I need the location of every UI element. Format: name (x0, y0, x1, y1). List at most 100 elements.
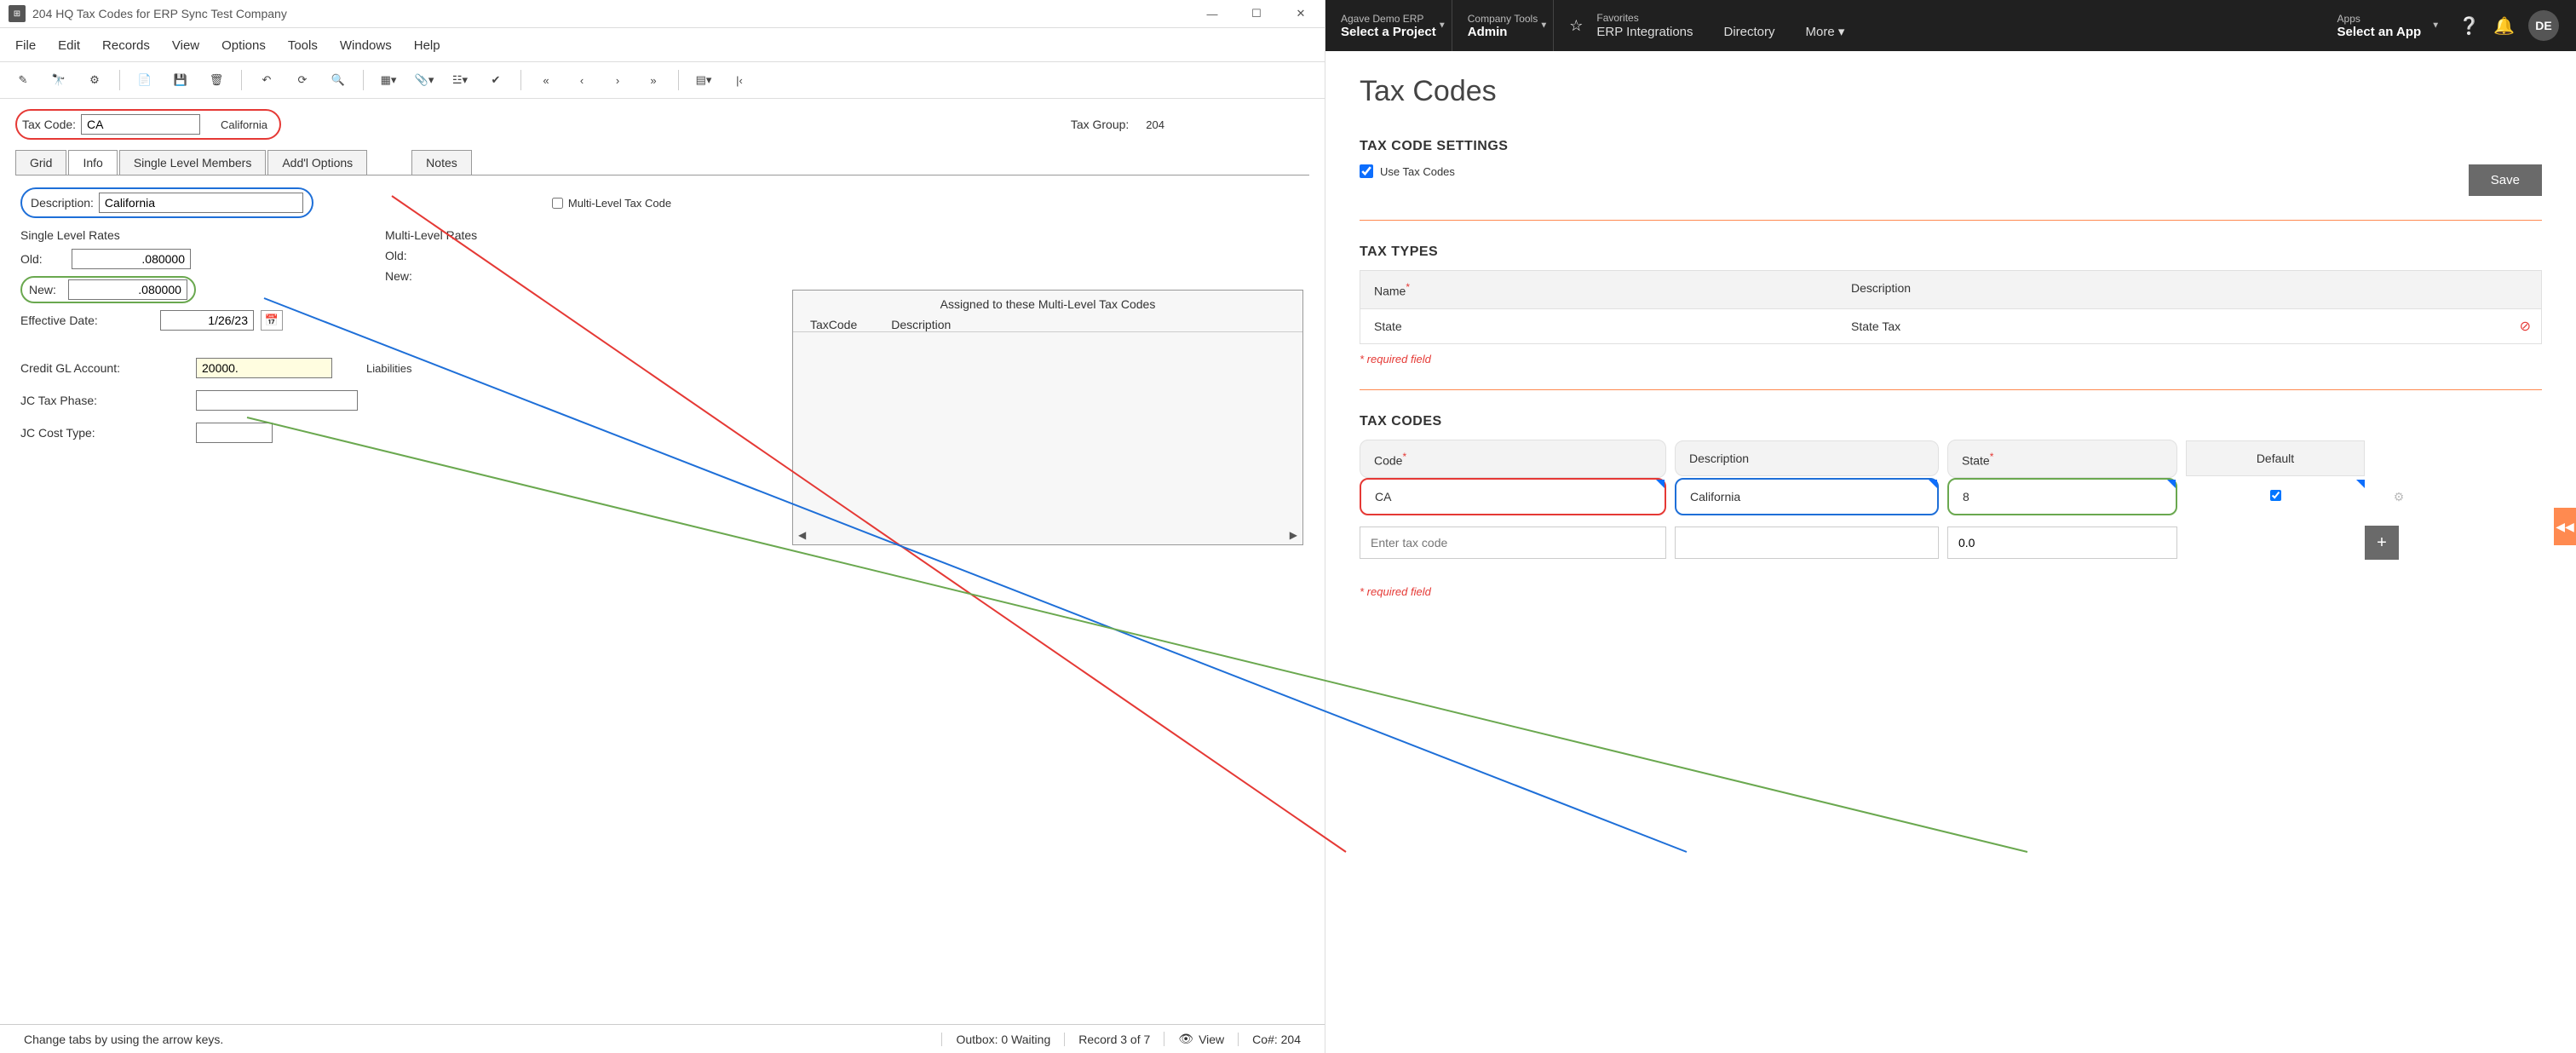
codes-row: CA California 8 ⚙ (1360, 478, 2542, 515)
collapse-side-tab[interactable]: ◀◀ (2554, 508, 2576, 545)
tax-code-input[interactable] (81, 114, 200, 135)
add-row-button[interactable]: + (2365, 526, 2399, 560)
window-title: 204 HQ Tax Codes for ERP Sync Test Compa… (32, 7, 1200, 20)
nav-link-more[interactable]: More ▾ (1806, 24, 1845, 39)
corner-indicator (1929, 480, 1937, 488)
multi-level-checkbox-label[interactable]: Multi-Level Tax Code (552, 197, 671, 210)
types-name-cell[interactable]: State (1360, 309, 1837, 343)
gl-account-extra: Liabilities (366, 362, 411, 375)
types-row[interactable]: State State Tax ⊘ (1360, 309, 2542, 344)
menu-help[interactable]: Help (414, 38, 440, 53)
nav-link-erp[interactable]: ERP Integrations (1596, 25, 1693, 39)
menu-view[interactable]: View (172, 38, 199, 53)
new-rate-input[interactable] (68, 279, 187, 300)
nav-first-icon[interactable]: « (535, 69, 557, 91)
minimize-button[interactable]: — (1200, 5, 1224, 22)
jc-phase-input[interactable] (196, 390, 358, 411)
description-input[interactable] (99, 193, 303, 213)
codes-default-cell[interactable] (2186, 480, 2365, 514)
nav-app-selector[interactable]: Apps Select an App ▼ (2327, 6, 2446, 46)
delete-row-icon[interactable]: ⊘ (2510, 318, 2541, 335)
nav-project-small: Agave Demo ERP (1341, 13, 1436, 25)
calendar-icon[interactable]: 📅 (261, 310, 283, 331)
nav-company-tools[interactable]: Company Tools Admin ▼ (1452, 0, 1554, 51)
types-col-name: Name* (1360, 271, 1837, 308)
delete-icon[interactable]: 🗑 (205, 69, 227, 91)
help-icon[interactable]: ❔ (2458, 15, 2480, 37)
codes-header: Code* Description State* Default (1360, 440, 2542, 479)
tab-addl-options[interactable]: Add'l Options (267, 150, 367, 175)
section-types-title: TAX TYPES (1360, 245, 2542, 260)
close-button[interactable]: ✕ (1289, 5, 1313, 22)
menu-windows[interactable]: Windows (340, 38, 392, 53)
toolbar-separator (241, 70, 242, 90)
tax-group-label: Tax Group: (1071, 118, 1129, 131)
codes-input-row: + (1360, 526, 2542, 560)
nav-project-selector[interactable]: Agave Demo ERP Select a Project ▼ (1325, 0, 1452, 51)
save-button[interactable]: Save (2469, 164, 2542, 196)
binoculars-icon[interactable]: 🔭 (48, 69, 70, 91)
types-col-desc: Description (1837, 271, 2507, 308)
export-icon[interactable]: ☳▾ (449, 69, 471, 91)
goto-first-icon[interactable]: |‹ (728, 69, 750, 91)
nav-next-icon[interactable]: › (607, 69, 629, 91)
old-rate-label: Old: (20, 252, 60, 266)
menu-records[interactable]: Records (102, 38, 150, 53)
bell-icon[interactable]: 🔔 (2493, 15, 2515, 37)
star-icon[interactable]: ☆ (1569, 17, 1583, 35)
effective-date-input[interactable] (160, 310, 254, 331)
tab-notes[interactable]: Notes (411, 150, 472, 175)
codes-state-cell[interactable]: 8 (1947, 478, 2177, 515)
refresh-icon[interactable]: ⟳ (291, 69, 313, 91)
nav-link-directory[interactable]: Directory (1724, 25, 1775, 39)
tab-info[interactable]: Info (68, 150, 117, 175)
chevron-down-icon: ▼ (2431, 21, 2440, 31)
codes-code-cell[interactable]: CA (1360, 478, 1666, 515)
nav-favorites: ☆ Favorites ERP Integrations Directory M… (1554, 0, 1860, 51)
new-desc-input[interactable] (1675, 526, 1939, 559)
menu-file[interactable]: File (15, 38, 36, 53)
section-settings-title: TAX CODE SETTINGS (1360, 139, 2542, 154)
scroll-left-icon[interactable]: ◀ (798, 529, 806, 541)
search-icon[interactable]: 🔍 (327, 69, 349, 91)
codes-default-checkbox[interactable] (2270, 490, 2281, 501)
filter-icon[interactable]: ⚙ (83, 69, 106, 91)
new-doc-icon[interactable]: 📄 (134, 69, 156, 91)
tax-group-value: 204 (1146, 118, 1164, 131)
multi-panel-col-desc: Description (891, 318, 951, 331)
jc-cost-input[interactable] (196, 423, 273, 443)
corner-indicator (2356, 480, 2365, 488)
save-icon[interactable]: 💾 (170, 69, 192, 91)
attach-icon[interactable]: 📎▾ (413, 69, 435, 91)
scroll-right-icon[interactable]: ▶ (1290, 529, 1297, 541)
menu-tools[interactable]: Tools (288, 38, 318, 53)
new-code-input[interactable] (1360, 526, 1666, 559)
toolbar-separator (520, 70, 521, 90)
spellcheck-icon[interactable]: ✔ (485, 69, 507, 91)
menu-edit[interactable]: Edit (58, 38, 80, 53)
multi-old-label: Old: (385, 249, 424, 262)
tab-grid[interactable]: Grid (15, 150, 66, 175)
edit-icon[interactable]: ✎ (12, 69, 34, 91)
menu-options[interactable]: Options (221, 38, 266, 53)
types-desc-cell[interactable]: State Tax (1837, 309, 2510, 343)
nav-last-icon[interactable]: » (642, 69, 664, 91)
codes-desc-cell[interactable]: California (1675, 478, 1939, 515)
codes-col-desc: Description (1675, 440, 1939, 476)
use-tax-codes-checkbox[interactable] (1360, 164, 1373, 178)
row-settings-icon[interactable]: ⚙ (2373, 480, 2424, 515)
old-rate-input[interactable] (72, 249, 191, 269)
gl-account-input[interactable] (196, 358, 332, 378)
new-state-input[interactable] (1947, 526, 2177, 559)
status-view: View (1199, 1033, 1224, 1046)
multi-level-checkbox[interactable] (552, 198, 563, 209)
undo-icon[interactable]: ↶ (256, 69, 278, 91)
nav-prev-icon[interactable]: ‹ (571, 69, 593, 91)
grid-icon[interactable]: ▦▾ (377, 69, 400, 91)
use-tax-codes-row[interactable]: Use Tax Codes (1360, 164, 1455, 178)
tab-single-level[interactable]: Single Level Members (119, 150, 267, 175)
table-icon[interactable]: ▤▾ (693, 69, 715, 91)
avatar[interactable]: DE (2528, 10, 2559, 41)
nav-company-small: Company Tools (1468, 13, 1538, 25)
maximize-button[interactable]: ☐ (1245, 5, 1268, 22)
